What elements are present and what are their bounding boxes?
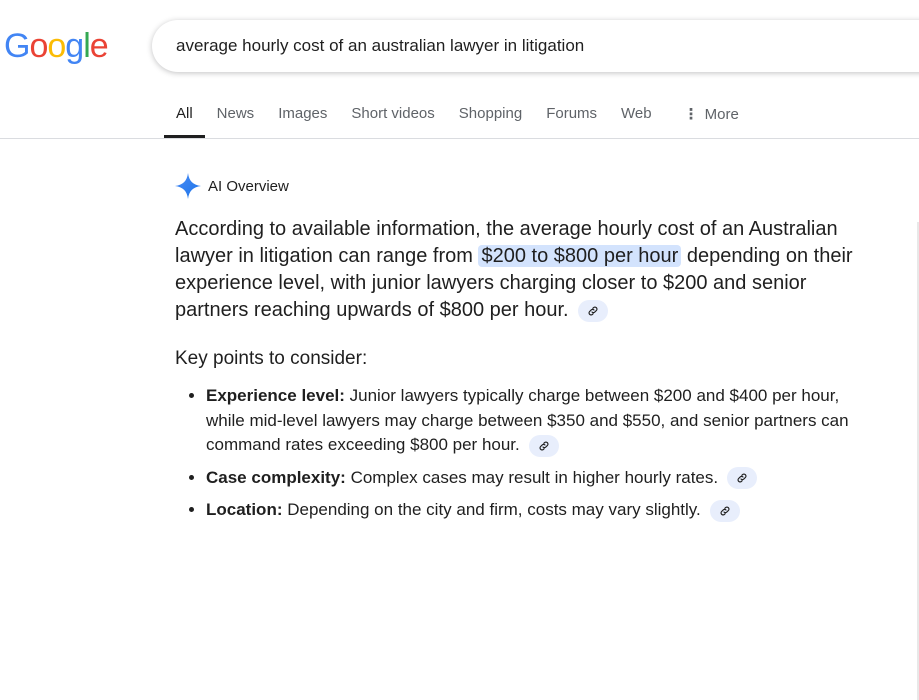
tab-all[interactable]: All (164, 96, 205, 138)
tabs-divider (0, 138, 919, 139)
list-item: Experience level: Junior lawyers typical… (206, 384, 875, 458)
link-icon (588, 306, 598, 316)
tab-short-videos[interactable]: Short videos (339, 96, 446, 138)
point-text: Depending on the city and firm, costs ma… (282, 500, 701, 519)
ai-overview-label: AI Overview (208, 177, 289, 195)
key-points-list: Experience level: Junior lawyers typical… (175, 384, 875, 523)
gemini-sparkle-icon (175, 173, 201, 199)
tab-label: All (176, 105, 193, 122)
ai-overview-content: According to available information, the … (175, 216, 875, 531)
logo-letter: e (89, 27, 109, 65)
source-link-button[interactable] (726, 467, 757, 490)
key-points-title: Key points to consider: (175, 348, 368, 369)
point-text: Complex cases may result in higher hourl… (345, 467, 719, 487)
point-title: Case complexity: (206, 467, 346, 487)
tab-label: Short videos (351, 105, 435, 122)
tab-shopping[interactable]: Shopping (447, 96, 534, 138)
search-box[interactable] (152, 20, 919, 72)
point-title: Location: (206, 500, 283, 519)
ai-overview-summary: According to available information, the … (175, 216, 875, 324)
point-title: Experience level: (206, 386, 345, 405)
tab-label: Web (621, 105, 652, 122)
tab-more[interactable]: ⋮ More (672, 96, 751, 138)
link-icon (737, 473, 747, 483)
list-item: Location: Depending on the city and firm… (206, 498, 875, 523)
source-link-button[interactable] (528, 434, 559, 457)
tab-label: More (704, 106, 739, 123)
tab-news[interactable]: News (205, 96, 267, 138)
logo-letter: G (4, 27, 30, 65)
more-vert-icon: ⋮ (683, 106, 699, 123)
source-link-button[interactable] (578, 299, 609, 322)
tab-label: Images (278, 105, 328, 122)
logo-letter: g (65, 27, 84, 65)
source-link-button[interactable] (709, 499, 740, 522)
search-tabs: All News Images Short videos Shopping Fo… (164, 96, 751, 138)
list-item: Case complexity: Complex cases may resul… (206, 466, 875, 491)
tab-web[interactable]: Web (609, 96, 664, 138)
link-icon (720, 506, 729, 515)
link-icon (539, 441, 548, 450)
logo-letter: o (47, 27, 66, 65)
tab-label: Shopping (458, 105, 523, 122)
google-logo[interactable]: Google (4, 24, 109, 68)
tab-label: News (216, 105, 255, 122)
search-input[interactable] (176, 20, 876, 72)
search-results-page: Google All News Images Short videos Shop… (0, 0, 919, 700)
logo-letter: o (29, 27, 48, 65)
tab-label: Forums (546, 105, 598, 122)
ai-overview-header: AI Overview (174, 172, 289, 200)
tab-images[interactable]: Images (266, 96, 339, 138)
summary-highlight: $200 to $800 per hour (478, 245, 682, 267)
tab-forums[interactable]: Forums (534, 96, 609, 138)
